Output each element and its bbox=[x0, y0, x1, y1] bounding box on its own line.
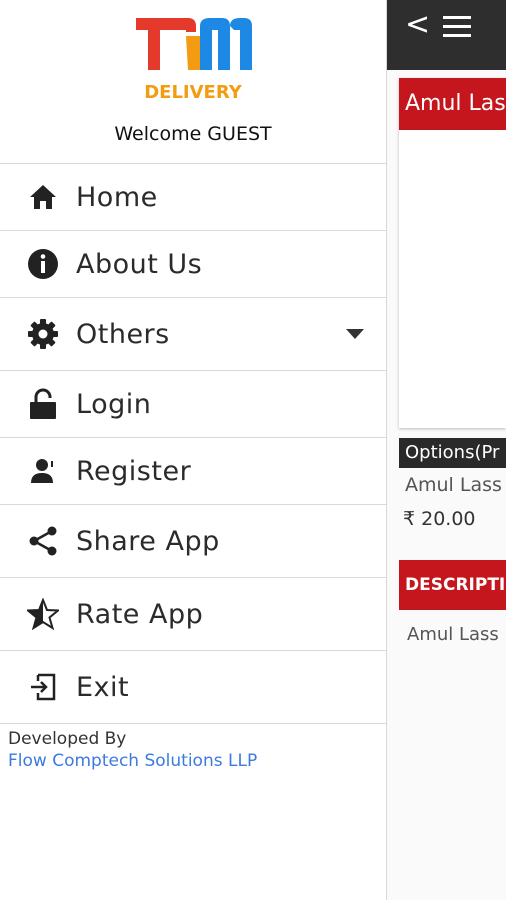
menu-item-register[interactable]: Register bbox=[0, 437, 386, 504]
unlock-icon bbox=[26, 387, 60, 421]
logo-wordmark: DELIVERY bbox=[144, 82, 243, 103]
menu-item-label: Rate App bbox=[76, 598, 204, 630]
menu-item-label: About Us bbox=[76, 248, 203, 280]
home-icon bbox=[26, 180, 60, 214]
divider bbox=[0, 723, 386, 724]
star-icon bbox=[26, 597, 60, 631]
menu-item-others[interactable]: Others bbox=[0, 297, 386, 370]
menu-item-label: Home bbox=[76, 181, 158, 213]
exit-icon bbox=[26, 670, 60, 704]
menu-item-label: Login bbox=[76, 388, 152, 420]
chevron-down-icon[interactable] bbox=[346, 329, 364, 339]
menu-item-rate-app[interactable]: Rate App bbox=[0, 577, 386, 650]
app-bar: < bbox=[387, 0, 506, 70]
product-detail-screen: < Amul Las Options(Pr Amul Lass ₹ 20.00 … bbox=[387, 0, 506, 900]
product-card: Amul Las bbox=[399, 78, 506, 428]
menu-item-about-us[interactable]: About Us bbox=[0, 230, 386, 297]
menu-item-login[interactable]: Login bbox=[0, 370, 386, 437]
app-screen: < Amul Las Options(Pr Amul Lass ₹ 20.00 … bbox=[0, 0, 506, 900]
menu-item-label: Register bbox=[76, 455, 192, 487]
menu-item-exit[interactable]: Exit bbox=[0, 650, 386, 723]
menu-item-label: Others bbox=[76, 318, 170, 350]
gear-icon bbox=[26, 317, 60, 351]
menu-icon[interactable] bbox=[443, 16, 471, 43]
description-text: Amul Lass bbox=[407, 624, 499, 645]
fm-delivery-logo: DELIVERY bbox=[136, 18, 252, 103]
register-user-icon bbox=[26, 454, 60, 488]
back-arrow-icon[interactable]: < bbox=[405, 10, 430, 40]
menu-item-home[interactable]: Home bbox=[0, 163, 386, 230]
developer-company-link[interactable]: Flow Comptech Solutions LLP bbox=[8, 750, 257, 772]
navigation-drawer: DELIVERY Welcome GUEST Home About Us Oth… bbox=[0, 0, 387, 900]
share-icon bbox=[26, 524, 60, 558]
developer-credit: Developed By Flow Comptech Solutions LLP bbox=[8, 728, 257, 772]
drawer-header: DELIVERY Welcome GUEST bbox=[0, 0, 386, 163]
option-name[interactable]: Amul Lass bbox=[405, 474, 502, 496]
menu-item-label: Exit bbox=[76, 671, 130, 703]
welcome-text: Welcome GUEST bbox=[114, 123, 272, 145]
description-label: DESCRIPTIO bbox=[399, 560, 506, 610]
options-label: Options(Pr bbox=[399, 438, 506, 468]
drawer-menu: Home About Us Others Login Register Shar… bbox=[0, 163, 386, 724]
menu-item-label: Share App bbox=[76, 525, 220, 557]
menu-item-share-app[interactable]: Share App bbox=[0, 504, 386, 577]
developed-by-label: Developed By bbox=[8, 729, 127, 749]
product-title: Amul Las bbox=[399, 78, 506, 130]
info-icon bbox=[26, 247, 60, 281]
option-price: ₹ 20.00 bbox=[403, 508, 476, 530]
